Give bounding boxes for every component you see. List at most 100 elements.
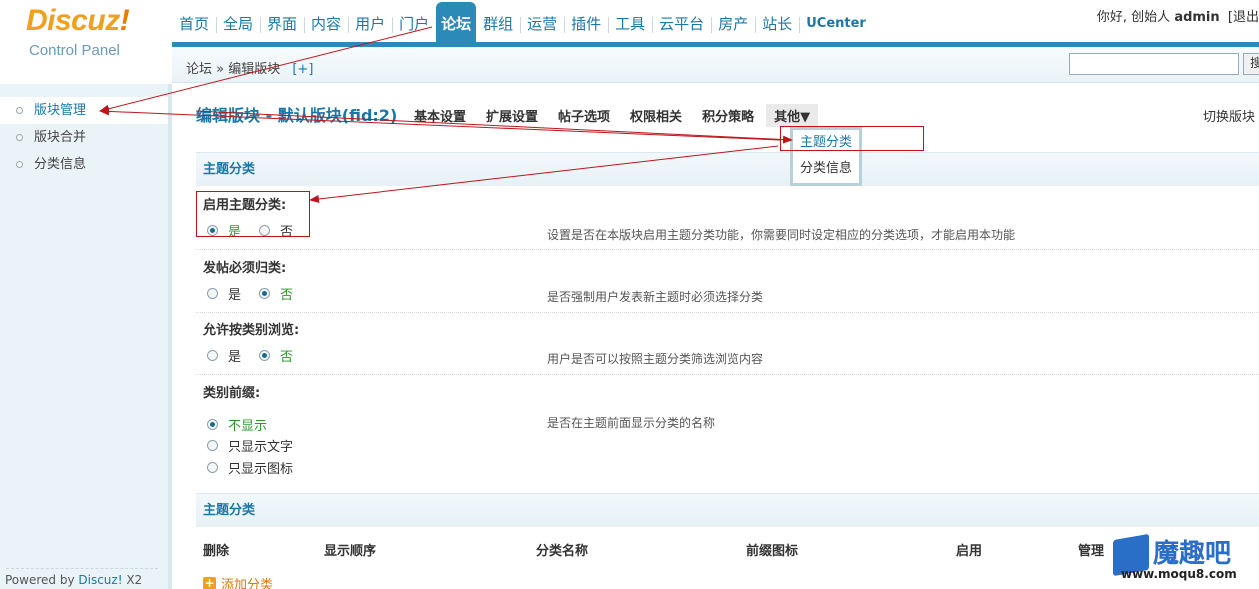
logo-subtitle: Control Panel	[29, 42, 120, 59]
tab-2[interactable]: 帖子选项	[558, 104, 610, 127]
logout-link[interactable]: [退出	[1228, 10, 1259, 25]
radio-icon	[259, 350, 270, 361]
browse-no-option[interactable]: 否	[259, 346, 293, 365]
tab-4[interactable]: 积分策略	[702, 104, 754, 127]
col-delete: 删除	[203, 544, 230, 559]
sidebar-item-label: 版块合并	[34, 130, 87, 145]
nav-item-1[interactable]: 全局	[216, 0, 260, 44]
radio-icon	[207, 419, 218, 430]
col-icon: 前缀图标	[746, 544, 799, 559]
prefix-hint: 是否在主题前面显示分类的名称	[547, 416, 716, 430]
username: admin	[1174, 10, 1220, 25]
nav-item-2[interactable]: 界面	[260, 0, 304, 44]
divider	[196, 249, 1259, 250]
add-category-button[interactable]: + 添加分类	[203, 574, 273, 589]
bullet-icon	[16, 134, 23, 141]
nav-item-11[interactable]: 云平台	[652, 0, 711, 44]
divider	[196, 374, 1259, 375]
sidebar-item-0[interactable]: 版块管理	[0, 97, 168, 124]
radio-icon	[207, 440, 218, 451]
greeting: 你好, 创始人	[1096, 10, 1171, 25]
nav-item-3[interactable]: 内容	[304, 0, 348, 44]
sidebar-item-label: 版块管理	[34, 103, 87, 118]
col-manage: 管理	[1078, 544, 1105, 559]
prefix-text-option[interactable]: 只显示文字	[207, 436, 293, 455]
switch-forum-button[interactable]: 切换版块	[1203, 106, 1255, 125]
sidebar-item-2[interactable]: 分类信息	[0, 151, 168, 178]
search-button[interactable]: 搜	[1243, 53, 1259, 75]
sidebar-item-label: 分类信息	[34, 157, 87, 172]
tab-1[interactable]: 扩展设置	[486, 104, 538, 127]
tab-bar: 基本设置 扩展设置 帖子选项 权限相关 积分策略 其他▼	[414, 104, 838, 127]
nav-item-8[interactable]: 运营	[520, 0, 564, 44]
divider	[196, 312, 1259, 313]
bullet-icon	[16, 107, 23, 114]
breadcrumb: 论坛 » 编辑版块 [+]	[186, 58, 313, 77]
browse-label: 允许按类别浏览:	[203, 323, 300, 338]
required-no-option[interactable]: 否	[259, 284, 293, 303]
logo[interactable]: Discuz! Control Panel	[0, 0, 172, 80]
browse-yes-option[interactable]: 是	[207, 346, 241, 365]
radio-icon	[207, 462, 218, 473]
powered-by: Powered by Discuz! X2	[5, 573, 142, 587]
annotation-box	[196, 191, 310, 237]
sidebar-item-1[interactable]: 版块合并	[0, 124, 168, 151]
section-header: 主题分类	[196, 152, 1259, 186]
watermark: 魔趣吧 www.moqu8.com	[1113, 533, 1253, 583]
nav-item-14[interactable]: UCenter	[799, 0, 873, 44]
user-info: 你好, 创始人 admin [退出	[1097, 6, 1259, 25]
radio-icon	[259, 288, 270, 299]
watermark-url: www.moqu8.com	[1121, 567, 1237, 581]
powered-prefix: Powered by	[5, 573, 79, 587]
prefix-none-option[interactable]: 不显示	[207, 415, 267, 434]
search-input[interactable]	[1069, 53, 1239, 75]
prefix-label: 类别前缀:	[203, 386, 261, 401]
bullet-icon	[16, 161, 23, 168]
nav-item-12[interactable]: 房产	[711, 0, 755, 44]
nav-item-13[interactable]: 站长	[755, 0, 799, 44]
add-favorite-link[interactable]: [+]	[292, 62, 313, 77]
required-yes-option[interactable]: 是	[207, 284, 241, 303]
nav-item-7[interactable]: 群组	[476, 0, 520, 44]
prefix-icon-option[interactable]: 只显示图标	[207, 458, 293, 477]
nav-item-4[interactable]: 用户	[348, 0, 392, 44]
main-content: 编辑版块 - 默认版块(fid:2) 基本设置 扩展设置 帖子选项 权限相关 积分策略其…	[176, 84, 1259, 589]
nav-item-0[interactable]: 首页	[172, 0, 216, 44]
enable-hint: 设置是否在本版块启用主题分类功能，你需要同时设定相应的分类选项，才能启用本功能	[547, 228, 1016, 242]
annotation-box	[780, 126, 924, 151]
tab-3[interactable]: 权限相关	[630, 104, 682, 127]
plus-icon: +	[203, 576, 216, 589]
powered-version: X2	[122, 573, 143, 587]
nav-item-9[interactable]: 插件	[564, 0, 608, 44]
discuz-control-panel: Discuz! Control Panel 首页 全局 界面 内容 用户 门户 论坛 群组 运营…	[0, 0, 1259, 589]
option-label: 否	[280, 288, 294, 303]
option-label: 否	[280, 350, 294, 365]
col-enabled: 启用	[956, 544, 983, 559]
breadcrumb-path[interactable]: 论坛 » 编辑版块	[186, 62, 280, 77]
sidebar: 版块管理版块合并分类信息 Powered by Discuz! X2	[0, 84, 172, 589]
section-header: 主题分类	[196, 493, 1259, 527]
tab-5[interactable]: 其他▼	[766, 104, 819, 127]
powered-brand-link[interactable]: Discuz!	[78, 573, 122, 587]
radio-icon	[207, 350, 218, 361]
required-label: 发帖必须归类:	[203, 261, 287, 276]
sidebar-menu: 版块管理版块合并分类信息	[0, 84, 168, 178]
divider	[6, 568, 158, 569]
option-label: 只显示文字	[228, 440, 294, 455]
watermark-text: 魔趣吧	[1153, 539, 1232, 569]
nav-item-6[interactable]: 论坛	[436, 2, 477, 44]
required-hint: 是否强制用户发表新主题时必须选择分类	[547, 290, 764, 304]
option-label: 不显示	[228, 419, 268, 434]
logo-wordmark: Discuz!	[26, 4, 130, 37]
page-title: 编辑版块 - 默认版块(fid:2)	[196, 106, 398, 125]
col-order: 显示顺序	[324, 544, 377, 559]
tab-0[interactable]: 基本设置	[414, 104, 466, 127]
add-category-label: 添加分类	[221, 578, 274, 589]
radio-icon	[207, 288, 218, 299]
nav-item-10[interactable]: 工具	[608, 0, 652, 44]
option-label: 是	[228, 288, 242, 303]
dropdown-item-sort-info[interactable]: 分类信息	[793, 156, 859, 182]
sub-header: 论坛 » 编辑版块 [+] 搜	[172, 47, 1259, 83]
option-label: 只显示图标	[228, 462, 294, 477]
nav-item-5[interactable]: 门户	[392, 0, 436, 44]
